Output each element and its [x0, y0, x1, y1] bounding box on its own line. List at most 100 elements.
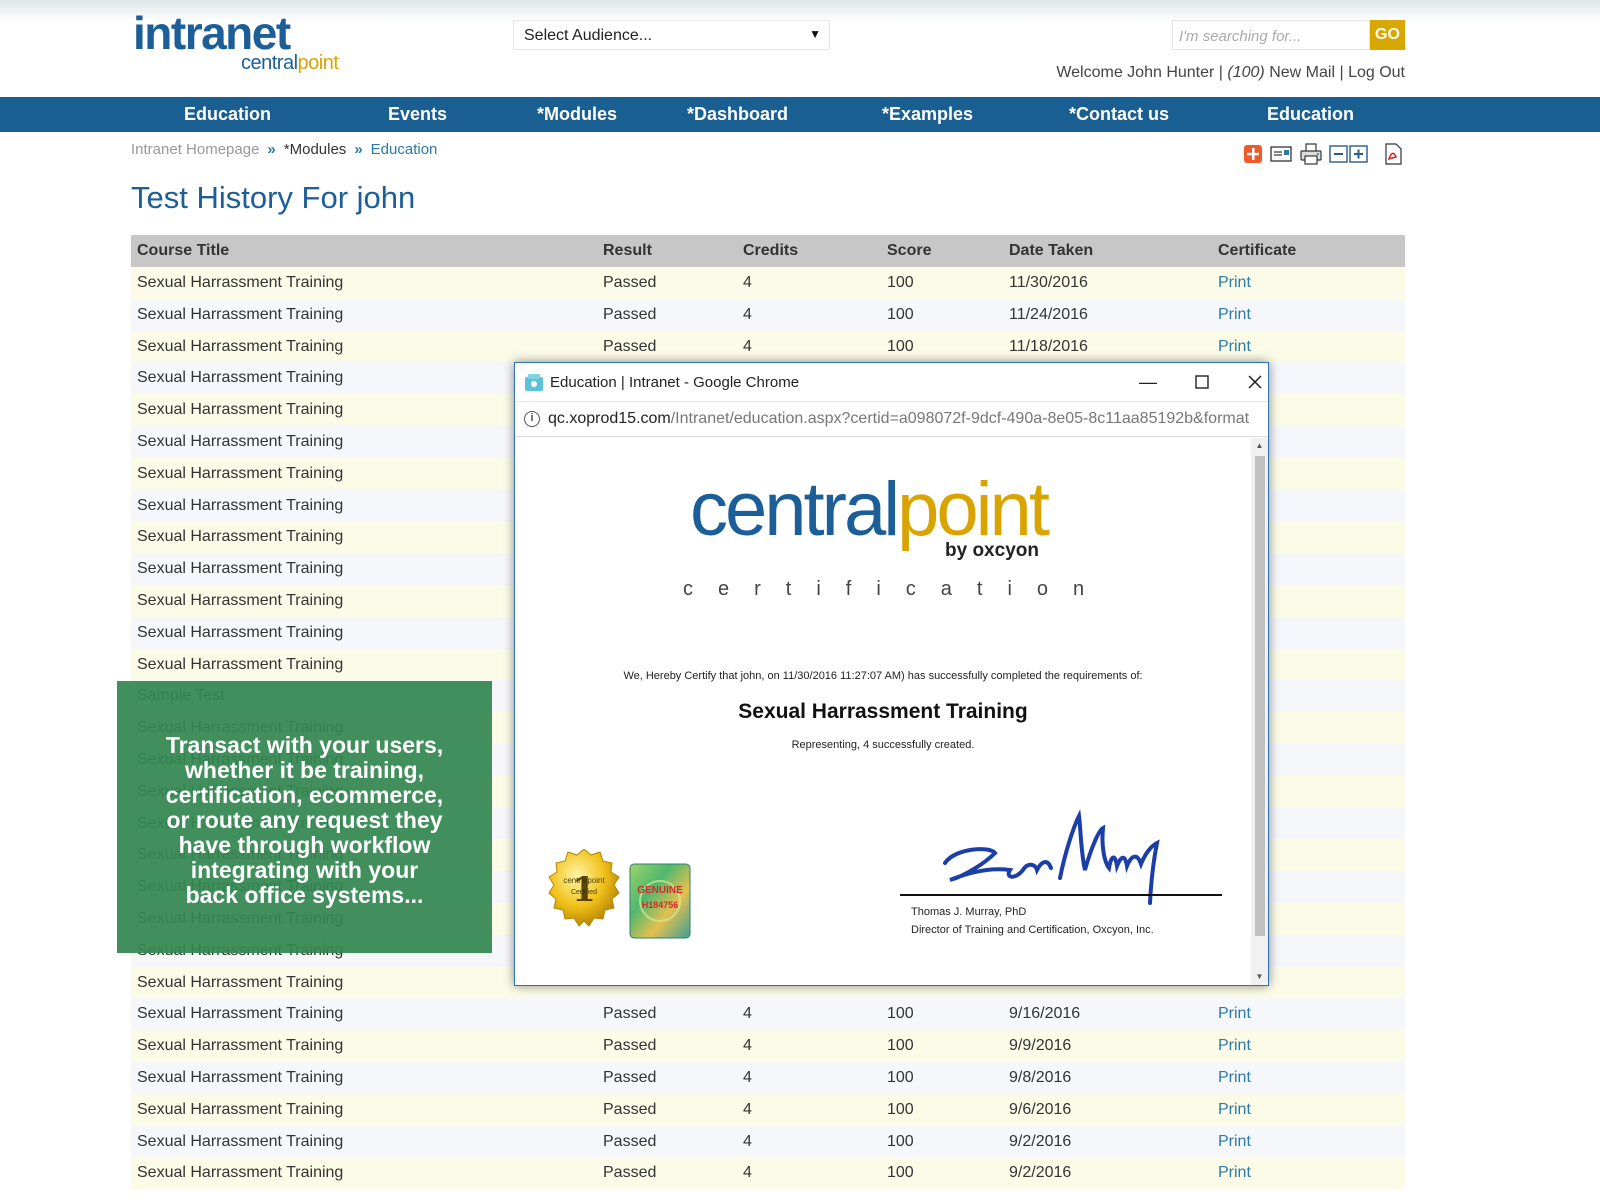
print-certificate-link[interactable]: Print: [1218, 998, 1251, 1030]
score-cell: 100: [887, 1068, 914, 1086]
course-title-cell: Sexual Harrassment Training: [137, 1100, 344, 1118]
popup-titlebar[interactable]: Education | Intranet - Google Chrome —: [515, 363, 1268, 401]
credits-cell: 4: [743, 1132, 752, 1150]
svg-text:Certified: Certified: [571, 889, 597, 896]
course-title-cell: Sexual Harrassment Training: [137, 1037, 344, 1055]
zoom-out-icon[interactable]: [1328, 143, 1350, 165]
header-certificate[interactable]: Certificate: [1218, 235, 1296, 267]
course-title-cell: Sexual Harrassment Training: [137, 560, 344, 578]
table-row: Sexual Harrassment Training Passed 4 100 9/2…: [131, 1157, 1405, 1190]
signature-line: [900, 894, 1222, 896]
nav-item-modules[interactable]: *Modules: [537, 97, 617, 132]
result-cell: Passed: [603, 274, 657, 291]
pdf-icon[interactable]: [1382, 143, 1404, 165]
url-domain: qc.xoprod15.com: [548, 410, 671, 427]
header-date-taken[interactable]: Date Taken: [1009, 235, 1093, 267]
mail-count[interactable]: (100): [1227, 64, 1264, 81]
date-cell: 11/30/2016: [1009, 274, 1088, 291]
score-cell: 100: [887, 1132, 914, 1150]
email-icon[interactable]: [1270, 143, 1292, 165]
close-icon[interactable]: [1243, 371, 1267, 393]
page-title: Test History For john: [131, 180, 416, 215]
credits-cell: 4: [743, 1164, 752, 1182]
breadcrumb-modules[interactable]: *Modules: [284, 141, 347, 158]
breadcrumb-home[interactable]: Intranet Homepage: [131, 141, 259, 158]
header-result[interactable]: Result: [603, 235, 652, 267]
search-go-button[interactable]: GO: [1370, 20, 1405, 50]
date-cell: 11/24/2016: [1009, 305, 1088, 323]
breadcrumb: Intranet Homepage » *Modules » Education: [131, 141, 437, 158]
result-cell: Passed: [603, 1005, 657, 1023]
print-certificate-link[interactable]: Print: [1218, 1157, 1251, 1189]
intranet-logo[interactable]: intranet centralpoint: [133, 10, 339, 74]
certificate-document: centralpoint by oxcyon certification We,…: [515, 438, 1268, 985]
date-cell: 11/18/2016: [1009, 337, 1088, 355]
date-cell: 9/2/2016: [1009, 1164, 1072, 1182]
promo-line: certification, ecommerce,: [165, 782, 444, 808]
result-cell: Passed: [603, 337, 657, 355]
course-title-cell: Sexual Harrassment Training: [137, 1068, 344, 1086]
nav-item-contact-us[interactable]: *Contact us: [1069, 97, 1169, 132]
course-title-cell: Sexual Harrassment Training: [137, 464, 344, 482]
scroll-down-icon[interactable]: ▼: [1251, 969, 1268, 985]
new-mail-link[interactable]: New Mail |: [1269, 64, 1343, 81]
scroll-up-icon[interactable]: ▲: [1251, 438, 1268, 454]
course-title-cell: Sexual Harrassment Training: [137, 1132, 344, 1150]
signature-image: [943, 809, 1160, 905]
result-cell: Passed: [603, 1068, 657, 1086]
scroll-thumb[interactable]: [1255, 456, 1265, 936]
result-cell: Passed: [603, 1100, 657, 1118]
audience-select[interactable]: Select Audience... ▼: [513, 20, 830, 50]
site-favicon-icon: [525, 374, 543, 391]
logout-link[interactable]: Log Out: [1348, 64, 1405, 81]
search-input[interactable]: I'm searching for...: [1172, 20, 1370, 50]
print-certificate-link[interactable]: Print: [1218, 331, 1251, 363]
maximize-icon[interactable]: [1190, 371, 1214, 393]
signer-title: Director of Training and Certification, …: [911, 924, 1154, 936]
nav-item-events[interactable]: Events: [388, 97, 447, 132]
zoom-in-icon[interactable]: [1348, 143, 1370, 165]
minimize-icon[interactable]: —: [1136, 371, 1160, 393]
course-title-cell: Sexual Harrassment Training: [137, 1005, 344, 1023]
nav-item-examples[interactable]: *Examples: [882, 97, 973, 132]
course-title-cell: Sexual Harrassment Training: [137, 305, 344, 323]
popup-scrollbar[interactable]: ▲ ▼: [1251, 438, 1268, 985]
course-title-cell: Sexual Harrassment Training: [137, 973, 344, 991]
add-icon[interactable]: [1242, 143, 1264, 165]
logo-sub-text: centralpoint: [241, 52, 339, 74]
signer-info: Thomas J. Murray, PhD Director of Traini…: [911, 903, 1154, 939]
print-certificate-link[interactable]: Print: [1218, 299, 1251, 331]
date-cell: 9/8/2016: [1009, 1068, 1072, 1086]
date-cell: 9/9/2016: [1009, 1037, 1072, 1055]
print-certificate-link[interactable]: Print: [1218, 1030, 1251, 1062]
credits-cell: 4: [743, 1005, 752, 1023]
breadcrumb-current[interactable]: Education: [371, 141, 438, 158]
date-cell: 9/16/2016: [1009, 1005, 1081, 1023]
header-credits[interactable]: Credits: [743, 235, 798, 267]
header-score[interactable]: Score: [887, 235, 931, 267]
welcome-text: Welcome John Hunter |: [1056, 64, 1223, 81]
print-icon[interactable]: [1300, 143, 1322, 165]
info-icon[interactable]: i: [524, 411, 540, 427]
header-course-title[interactable]: Course Title: [137, 235, 229, 267]
table-row: Sexual Harrassment Training Passed 4 100 9/8…: [131, 1061, 1405, 1094]
score-cell: 100: [887, 337, 914, 355]
score-cell: 100: [887, 1005, 914, 1023]
address-url[interactable]: qc.xoprod15.com/Intranet/education.aspx?…: [548, 410, 1263, 428]
print-certificate-link[interactable]: Print: [1218, 1126, 1251, 1158]
breadcrumb-separator: »: [267, 141, 276, 158]
promo-line: whether it be training,: [185, 757, 424, 783]
print-certificate-link[interactable]: Print: [1218, 1094, 1251, 1126]
nav-item-education[interactable]: Education: [184, 97, 271, 132]
print-certificate-link[interactable]: Print: [1218, 1062, 1251, 1094]
nav-item-education-2[interactable]: Education: [1267, 97, 1354, 132]
print-certificate-link[interactable]: Print: [1218, 267, 1251, 299]
table-row: Sexual Harrassment Training Passed 4 100 9/1…: [131, 998, 1405, 1031]
nav-item-dashboard[interactable]: *Dashboard: [687, 97, 788, 132]
welcome-bar: Welcome John Hunter | (100) New Mail | L…: [1056, 64, 1405, 82]
cert-byline: by oxcyon: [945, 540, 1039, 561]
table-row: Sexual Harrassment Training Passed 4 100 11/…: [131, 330, 1405, 363]
address-bar[interactable]: i qc.xoprod15.com/Intranet/education.asp…: [515, 401, 1268, 437]
svg-text:H184756: H184756: [642, 900, 679, 910]
table-header: Course Title Result Credits Score Date T…: [131, 235, 1405, 267]
